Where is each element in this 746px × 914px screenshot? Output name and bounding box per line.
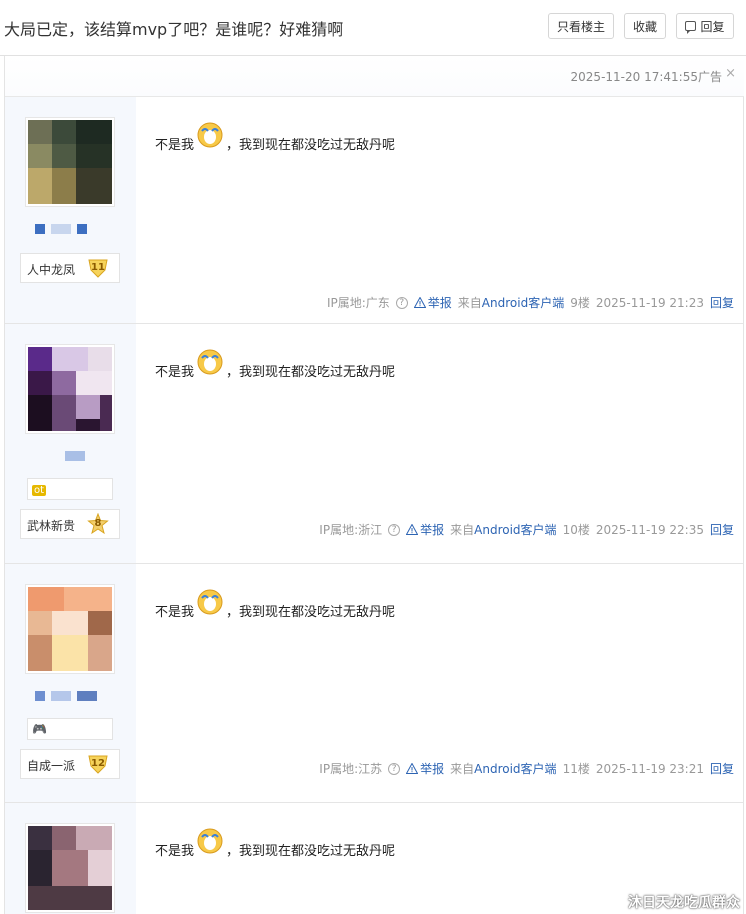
reply-button[interactable]: 回复 (676, 13, 734, 39)
post-text-before: 不是我 (155, 844, 195, 859)
post-reply-link[interactable]: 回复 (710, 294, 734, 311)
reply-button-label: 回复 (700, 19, 725, 34)
avatar[interactable] (25, 117, 115, 207)
medal-icon: ot (32, 485, 47, 496)
level-number: 8 (94, 517, 102, 529)
user-sidebar: ot 武林新贵 8 (5, 324, 136, 563)
thread-title: 大局已定，该结算mvp了吧？是谁呢？好难猜啊 (4, 20, 344, 39)
post-floor-9: 人中龙凤 11 不是我 ，我到现在都没吃过无敌丹呢 IP属地:广东? 举报 来自… (5, 97, 744, 324)
avatar-image (28, 120, 112, 204)
post-list: 2025-11-20 17:41:55广告 × 人中龙凤 11 不是我 ，我到现… (4, 56, 744, 914)
close-icon[interactable]: × (725, 67, 736, 80)
post-content: 不是我 ，我到现在都没吃过无敌丹呢 (155, 348, 395, 380)
floor-number: 9楼 (570, 296, 590, 310)
post-text-before: 不是我 (155, 365, 195, 380)
post-time: 2025-11-19 21:23 (595, 295, 704, 310)
warning-icon (413, 297, 426, 308)
username-mosaic[interactable] (65, 451, 85, 461)
source-link[interactable]: Android客户端 (482, 296, 564, 310)
source-prefix: 来自 (457, 296, 482, 310)
help-icon[interactable]: ? (388, 762, 401, 775)
ip-location: IP属地:广东 (326, 296, 390, 310)
watermark: 沐日天龙吃瓜群众 (628, 895, 740, 911)
post-content: 不是我 ，我到现在都没吃过无敌丹呢 (155, 121, 395, 153)
user-sidebar: 人中龙凤 11 (5, 97, 136, 323)
medal-box[interactable]: 🎮 (27, 718, 113, 740)
level-number: 12 (91, 757, 105, 769)
source-prefix: 来自 (450, 523, 475, 537)
post-text-before: 不是我 (155, 138, 195, 153)
post-floor-10: ot 武林新贵 8 不是我 ，我到现在都没吃过无敌丹呢 IP属地:浙江? 举报 … (5, 324, 744, 564)
post-text-after: ，我到现在都没吃过无敌丹呢 (226, 605, 396, 620)
level-number: 11 (91, 261, 105, 273)
avatar-image (28, 826, 112, 910)
level-name: 自成一派 (27, 759, 76, 773)
level-badge[interactable]: 自成一派 12 (20, 749, 120, 779)
favorite-button[interactable]: 收藏 (624, 13, 666, 39)
post-floor-11: 🎮 自成一派 12 不是我 ，我到现在都没吃过无敌丹呢 IP属地:江苏? 举报 … (5, 564, 744, 803)
help-icon[interactable]: ? (388, 523, 401, 536)
post-reply-link[interactable]: 回复 (710, 521, 734, 538)
post-content: 不是我 ，我到现在都没吃过无敌丹呢 (155, 588, 395, 620)
username-mosaic[interactable] (35, 224, 87, 234)
user-sidebar: 🎮 自成一派 12 (5, 564, 136, 802)
ad-timestamp: 2025-11-20 17:41:55 (570, 70, 698, 84)
level-shield-icon: 11 (87, 257, 109, 279)
report-label: 举报 (420, 762, 445, 776)
post-content: 不是我 ，我到现在都没吃过无敌丹呢 (155, 827, 395, 859)
crying-face-icon (197, 589, 223, 615)
source-link[interactable]: Android客户端 (474, 523, 556, 537)
source-link[interactable]: Android客户端 (474, 762, 556, 776)
ip-location: IP属地:浙江 (319, 523, 383, 537)
level-badge[interactable]: 人中龙凤 11 (20, 253, 120, 283)
post-time: 2025-11-19 22:35 (595, 522, 704, 537)
report-link[interactable]: 举报 (413, 294, 452, 311)
post-text-before: 不是我 (155, 605, 195, 620)
level-badge[interactable]: 武林新贵 8 (20, 509, 120, 539)
ad-label: 广告 (697, 70, 722, 84)
report-label: 举报 (427, 296, 452, 310)
post-text-after: ，我到现在都没吃过无敌丹呢 (226, 138, 396, 153)
only-op-button[interactable]: 只看楼主 (548, 13, 614, 39)
crying-face-icon (197, 828, 223, 854)
ip-location: IP属地:江苏 (319, 762, 383, 776)
crying-face-icon (197, 349, 223, 375)
floor-number: 11楼 (562, 762, 590, 776)
post-text-after: ，我到现在都没吃过无敌丹呢 (226, 365, 396, 380)
thread-header: 大局已定，该结算mvp了吧？是谁呢？好难猜啊 只看楼主 收藏 回复 (0, 0, 746, 56)
level-name: 武林新贵 (27, 519, 76, 533)
report-link[interactable]: 举报 (406, 760, 444, 777)
gamepad-icon: 🎮 (32, 722, 47, 736)
avatar[interactable] (25, 823, 115, 913)
username-mosaic[interactable] (35, 691, 97, 701)
level-shield-icon: 12 (87, 753, 109, 775)
help-icon[interactable]: ? (395, 296, 408, 309)
crying-face-icon (197, 122, 223, 148)
warning-icon (406, 524, 419, 535)
avatar-image (28, 587, 112, 671)
floor-number: 10楼 (562, 523, 590, 537)
report-link[interactable]: 举报 (406, 521, 444, 538)
report-label: 举报 (420, 523, 445, 537)
post-reply-link[interactable]: 回复 (710, 760, 734, 777)
avatar[interactable] (25, 584, 115, 674)
avatar-image (28, 347, 112, 431)
level-name: 人中龙凤 (27, 263, 76, 277)
post-text-after: ，我到现在都没吃过无敌丹呢 (226, 844, 396, 859)
user-sidebar (5, 803, 136, 914)
post-meta: IP属地:浙江? 举报 来自Android客户端 10楼 2025-11-19 … (319, 521, 734, 538)
source-prefix: 来自 (450, 762, 475, 776)
ad-bar: 2025-11-20 17:41:55广告 × (5, 56, 744, 97)
warning-icon (406, 763, 419, 774)
level-star-icon: 8 (87, 512, 109, 535)
reply-icon (685, 21, 697, 34)
medal-box[interactable]: ot (27, 478, 113, 500)
avatar[interactable] (25, 344, 115, 434)
post-time: 2025-11-19 23:21 (595, 761, 704, 776)
post-meta: IP属地:广东? 举报 来自Android客户端 9楼 2025-11-19 2… (327, 294, 734, 311)
post-meta: IP属地:江苏? 举报 来自Android客户端 11楼 2025-11-19 … (319, 760, 734, 777)
